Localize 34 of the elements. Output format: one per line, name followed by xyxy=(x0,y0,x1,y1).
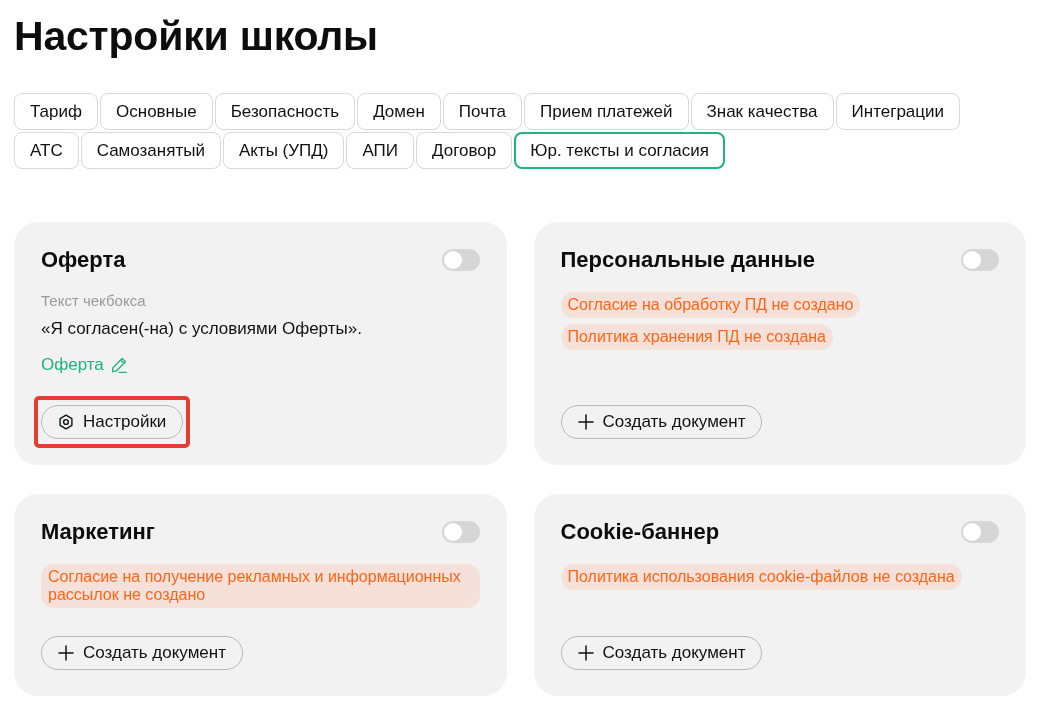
checkbox-text: «Я согласен(-на) с условиями Оферты». xyxy=(41,318,363,340)
settings-tab[interactable]: Юр. тексты и согласия xyxy=(514,132,725,169)
card-title: Маркетинг xyxy=(41,518,155,546)
toggle-switch[interactable] xyxy=(961,521,999,543)
warning-tag: Согласие на получение рекламных и информационных рассылок не создано xyxy=(41,564,480,608)
pencil-icon xyxy=(109,356,128,374)
settings-tab[interactable]: Самозанятый xyxy=(80,132,221,169)
card-title: Оферта xyxy=(41,246,126,274)
settings-tab[interactable]: Почта xyxy=(442,93,523,130)
card-title: Cookie-баннер xyxy=(560,518,720,546)
settings-tab[interactable]: Акты (УПД) xyxy=(222,132,345,169)
settings-tab[interactable]: Договор xyxy=(416,132,513,169)
field-caption: Текст чекбокса xyxy=(41,291,147,311)
toggle-switch[interactable] xyxy=(441,249,480,271)
settings-tab[interactable]: Знак качества xyxy=(690,93,834,130)
plus-icon xyxy=(577,414,594,430)
warning-tag: Согласие на обработку ПД не создано xyxy=(560,292,861,318)
settings-tab[interactable]: Тариф xyxy=(14,93,98,130)
toggle-switch[interactable] xyxy=(961,249,999,271)
settings-tab[interactable]: Основные xyxy=(100,93,213,130)
settings-tab[interactable]: Интеграции xyxy=(835,93,961,130)
settings-tab[interactable]: Безопасность xyxy=(214,93,356,130)
settings-tab[interactable]: АТС xyxy=(14,132,79,169)
settings-tab[interactable]: Домен xyxy=(357,93,441,130)
toggle-switch[interactable] xyxy=(441,521,480,543)
page-title: Настройки школы xyxy=(14,12,379,60)
plus-icon xyxy=(577,645,594,661)
settings-icon xyxy=(58,414,74,430)
settings-tab[interactable]: Прием платежей xyxy=(524,93,689,130)
settings-tab[interactable]: АПИ xyxy=(346,132,415,169)
warning-tag: Политика использования cookie-файлов не создана xyxy=(560,564,962,590)
card-title: Персональные данные xyxy=(560,246,815,274)
plus-icon xyxy=(58,645,74,661)
warning-tag: Политика хранения ПД не создана xyxy=(560,324,833,350)
